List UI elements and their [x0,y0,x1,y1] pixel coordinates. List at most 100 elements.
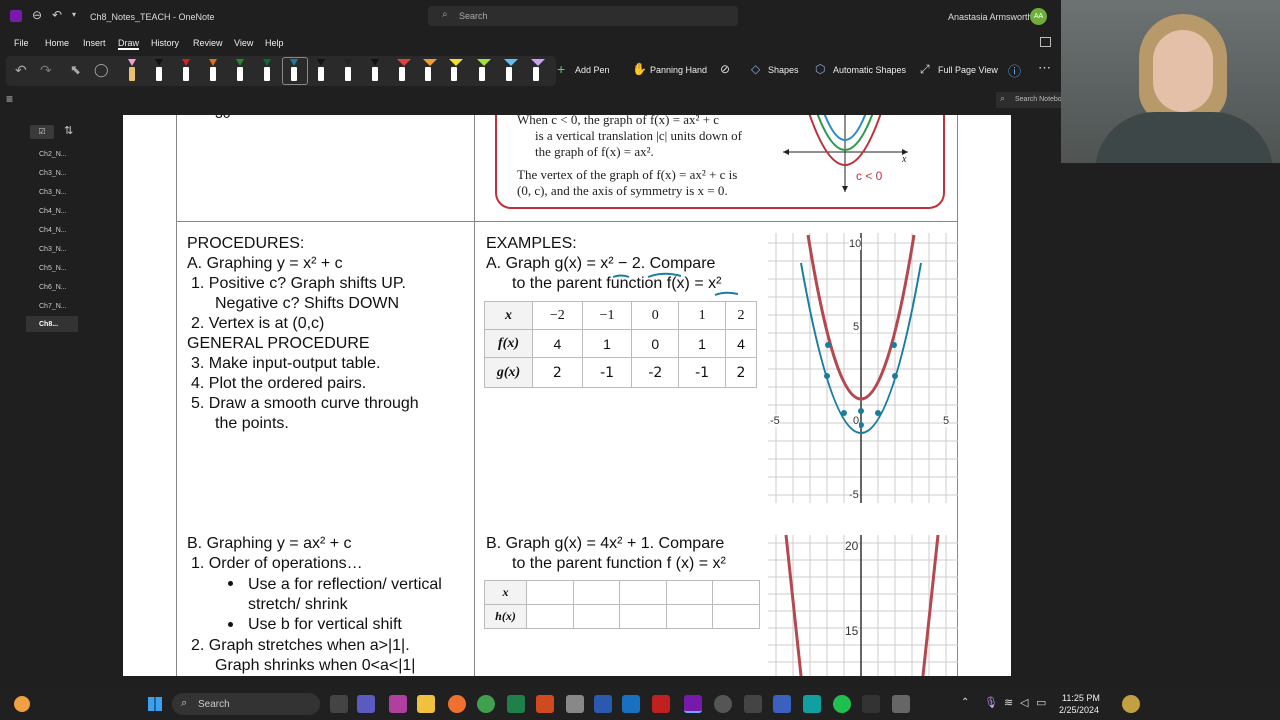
spotify-icon[interactable] [833,695,851,713]
notes-page[interactable]: 30 When c < 0, the graph of f(x) = ax² +… [123,115,1011,676]
graph-example-b [768,535,958,676]
section-ch8-active[interactable]: Ch8... [39,321,58,328]
start-icon[interactable] [148,697,162,711]
volume-icon[interactable]: ◁ [1020,696,1028,709]
file-explorer-icon[interactable] [417,695,435,713]
app-icon[interactable] [714,695,732,713]
table-cell[interactable] [665,580,714,605]
chevron-up-icon[interactable]: ⌃ [961,697,969,708]
add-pen-button[interactable]: Add Pen [575,65,610,75]
section-ch2[interactable]: Ch2_N... [39,151,67,158]
outlook-icon[interactable] [622,695,640,713]
menu-file[interactable]: File [14,38,29,48]
highlighter-purple-icon[interactable] [530,59,546,81]
pen-eraser-icon[interactable] [126,59,138,81]
clock-time[interactable]: 11:25 PM [1062,693,1100,703]
automatic-shapes-button[interactable]: Automatic Shapes [833,65,906,75]
onenote-icon[interactable] [684,695,702,713]
pen-black4-icon[interactable] [369,59,381,81]
lasso-icon[interactable]: ◯ [94,62,109,78]
teams-chat-icon[interactable] [357,695,375,713]
pen-darkgreen-icon[interactable] [261,59,273,81]
panning-hand-button[interactable]: Panning Hand [650,65,707,75]
dropdown-icon[interactable]: ▾ [72,10,76,19]
app-icon[interactable] [389,695,407,713]
table-cell[interactable] [619,604,667,629]
app-icon[interactable] [803,695,821,713]
pen-black-icon[interactable] [153,59,165,81]
section-ch7[interactable]: Ch7_N... [39,303,67,310]
undo-icon[interactable]: ↶ [52,8,62,22]
table-cell[interactable] [526,580,574,605]
firefox-icon[interactable] [448,695,466,713]
menu-review[interactable]: Review [193,38,223,48]
app-icon[interactable] [773,695,791,713]
table-cell[interactable] [572,580,621,605]
battery-icon[interactable]: ▭ [1036,696,1046,709]
highlighter-yellow-icon[interactable] [448,59,464,81]
section-ch4a[interactable]: Ch4_N... [39,208,67,215]
highlighter-green-icon[interactable] [476,59,492,81]
weather-icon[interactable] [14,696,30,712]
table-cell[interactable] [572,604,621,629]
app-icon[interactable] [566,695,584,713]
pen-black2-icon[interactable] [315,59,327,81]
highlighter-blue-icon[interactable] [503,59,519,81]
search-box[interactable]: ⌕ Search [428,6,738,26]
undo-icon[interactable]: ↶ [15,62,27,79]
menu-history[interactable]: History [151,38,179,48]
new-page-icon[interactable]: ☑ [30,125,54,139]
powerpoint-icon[interactable] [536,695,554,713]
search-icon: ⌕ [1000,93,1006,103]
menu-insert[interactable]: Insert [83,38,106,48]
table-cell[interactable] [619,580,667,605]
notifications-icon[interactable] [1122,695,1140,713]
excel-icon[interactable] [507,695,525,713]
clock-date[interactable]: 2/25/2024 [1059,705,1099,715]
more-icon[interactable]: ⋯ [1038,60,1051,76]
highlighter-orange-icon[interactable] [422,59,438,81]
back-icon[interactable]: ⊖ [32,8,42,22]
pen-teal-selected-icon[interactable] [288,59,300,81]
redo-icon[interactable]: ↷ [40,62,52,79]
avatar[interactable]: AA [1030,8,1047,25]
microphone-icon[interactable]: 🎙 [984,696,998,709]
taskbar-search-box[interactable]: ⌕ Search [172,693,320,715]
menu-help[interactable]: Help [265,38,284,48]
menu-draw[interactable]: Draw [118,38,140,50]
table-cell[interactable] [526,604,574,629]
pen-green-icon[interactable] [234,59,246,81]
section-ch6[interactable]: Ch6_N... [39,284,67,291]
search-notebooks-box[interactable]: ⌕ Search Notebo [996,92,1066,108]
pen-orange-icon[interactable] [207,59,219,81]
app-icon[interactable] [862,695,880,713]
ruler-icon[interactable]: ⊘ [720,62,730,76]
task-view-icon[interactable] [330,695,348,713]
section-ch4b[interactable]: Ch4_N... [39,227,67,234]
menu-home[interactable]: Home [45,38,69,48]
pen-red-icon[interactable] [180,59,192,81]
section-ch3b[interactable]: Ch3_N... [39,189,67,196]
hamburger-icon[interactable]: ≡ [6,92,13,106]
word-icon[interactable] [594,695,612,713]
calculator-icon[interactable] [892,695,910,713]
table-cell[interactable] [712,604,760,629]
highlighter-red-icon[interactable] [396,59,412,81]
acrobat-icon[interactable] [652,695,670,713]
help-icon[interactable]: ⓘ [1008,61,1021,80]
section-ch5[interactable]: Ch5_N... [39,265,67,272]
table-cell[interactable] [712,580,760,605]
chrome-icon[interactable] [477,695,495,713]
full-page-view-button[interactable]: Full Page View [938,65,998,75]
select-icon[interactable]: ⬉ [70,62,81,78]
menu-view[interactable]: View [234,38,253,48]
shapes-button[interactable]: Shapes [768,65,799,75]
table-cell[interactable] [665,604,714,629]
pen-black3-icon[interactable] [342,59,354,81]
section-ch3a[interactable]: Ch3_N... [39,170,67,177]
section-ch3c[interactable]: Ch3_N... [39,246,67,253]
collapse-icon[interactable] [1040,37,1051,47]
wifi-icon[interactable]: ≋ [1004,696,1013,709]
sort-icon[interactable]: ⇅ [64,124,73,137]
app-icon[interactable] [744,695,762,713]
